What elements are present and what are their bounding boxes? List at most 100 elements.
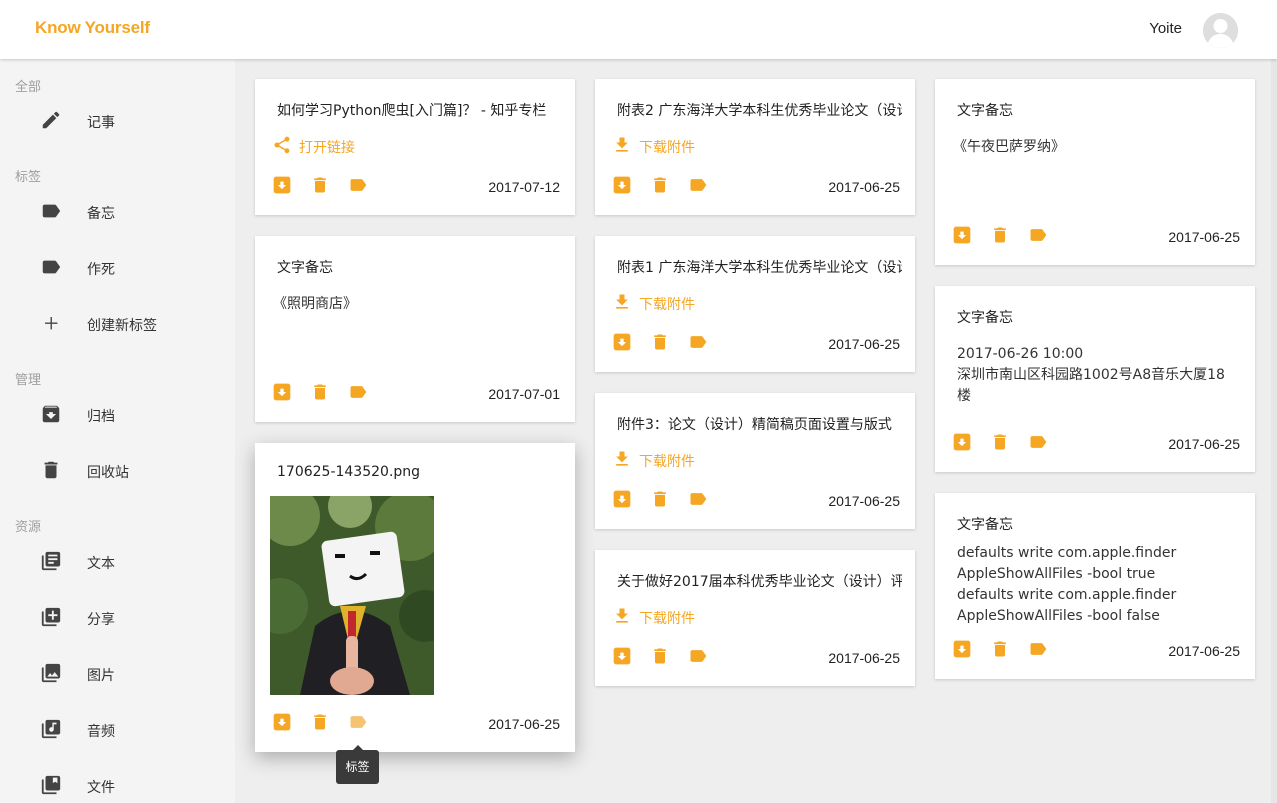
card-actions	[272, 382, 382, 402]
archive-icon[interactable]	[272, 712, 292, 732]
trash-icon[interactable]	[990, 432, 1010, 452]
card-date: 2017-06-25	[828, 179, 900, 195]
sidebar-item-notes[interactable]: 记事	[0, 99, 235, 143]
sidebar-item-label: 记事	[87, 115, 115, 131]
library-file-icon	[41, 775, 61, 795]
link-label: 打开链接	[299, 140, 355, 156]
trash-icon	[44, 461, 58, 479]
label-icon[interactable]	[348, 175, 368, 195]
sidebar-item-create-tag[interactable]: 创建新标签	[0, 302, 235, 346]
trash-icon[interactable]	[650, 489, 670, 509]
avatar[interactable]	[1203, 13, 1238, 48]
card-actions	[952, 432, 1062, 452]
sidebar-item-audio[interactable]: 音频	[0, 708, 235, 752]
trash-icon[interactable]	[990, 225, 1010, 245]
note-card[interactable]: 文字备忘 《午夜巴萨罗纳》 2017-06-25	[935, 79, 1255, 265]
archive-icon[interactable]	[272, 382, 292, 402]
photo-library-icon	[41, 663, 61, 683]
attachment-card[interactable]: 关于做好2017届本科优秀毕业论文（设计）评选 下载附件 2017-06-25	[595, 550, 915, 686]
trash-icon[interactable]	[650, 646, 670, 666]
attachment-card[interactable]: 附表1 广东海洋大学本科生优秀毕业论文（设计） 下载附件 2017-06-25	[595, 236, 915, 372]
archive-icon[interactable]	[272, 175, 292, 195]
trash-icon[interactable]	[310, 382, 330, 402]
card-body-line: defaults write com.apple.finder	[957, 587, 1177, 603]
card-body: defaults write com.apple.finder AppleSho…	[957, 543, 1247, 627]
label-icon[interactable]	[688, 332, 708, 352]
note-card[interactable]: 文字备忘 defaults write com.apple.finder App…	[935, 493, 1255, 679]
section-title-tags: 标签	[15, 170, 42, 185]
card-actions	[612, 175, 722, 195]
card-body-line: 2017-06-26 10:00	[957, 346, 1084, 362]
card-date: 2017-06-25	[1168, 643, 1240, 659]
card-actions	[272, 175, 382, 195]
note-card[interactable]: 文字备忘 《照明商店》 2017-07-01	[255, 236, 575, 422]
label-icon[interactable]	[688, 646, 708, 666]
archive-icon[interactable]	[612, 175, 632, 195]
link-label: 下载附件	[639, 611, 695, 627]
label-icon[interactable]	[688, 175, 708, 195]
label-icon[interactable]	[1028, 225, 1048, 245]
trash-icon[interactable]	[650, 175, 670, 195]
archive-icon[interactable]	[952, 225, 972, 245]
label-icon[interactable]	[348, 712, 368, 732]
label-icon[interactable]	[688, 489, 708, 509]
label-icon[interactable]	[348, 382, 368, 402]
archive-icon	[42, 405, 60, 423]
card-body: 《照明商店》	[273, 296, 357, 312]
card-photo[interactable]	[270, 496, 434, 695]
attachment-card[interactable]: 附件3：论文（设计）精简稿页面设置与版式 下载附件 2017-06-25	[595, 393, 915, 529]
sidebar-item-label: 归档	[87, 409, 115, 425]
download-icon	[616, 451, 628, 466]
card-title: 文字备忘	[957, 517, 1013, 533]
archive-icon[interactable]	[952, 639, 972, 659]
plus-icon	[45, 317, 58, 330]
trash-icon[interactable]	[310, 175, 330, 195]
download-icon	[616, 137, 628, 152]
sidebar-item-label: 图片	[87, 668, 115, 684]
sidebar-item-label: 备忘	[87, 206, 115, 222]
sidebar-item-share[interactable]: 分享	[0, 596, 235, 640]
sidebar-item-zuosi[interactable]: 作死	[0, 246, 235, 290]
trash-icon[interactable]	[310, 712, 330, 732]
library-music-icon	[41, 719, 61, 739]
label-icon[interactable]	[1028, 639, 1048, 659]
download-icon	[616, 294, 628, 309]
username[interactable]: Yoite	[1149, 20, 1182, 37]
sidebar-item-label: 音频	[87, 724, 115, 740]
trash-icon[interactable]	[650, 332, 670, 352]
sidebar-item-trash[interactable]: 回收站	[0, 449, 235, 493]
note-card[interactable]: 如何学习Python爬虫[入门篇]？ - 知乎专栏 打开链接 2017-07-1…	[255, 79, 575, 215]
card-title: 如何学习Python爬虫[入门篇]？ - 知乎专栏	[277, 103, 547, 119]
pencil-icon	[42, 111, 60, 129]
card-actions	[952, 639, 1062, 659]
archive-icon[interactable]	[612, 489, 632, 509]
app-brand[interactable]: Know Yourself	[35, 18, 150, 38]
label-icon[interactable]	[1028, 432, 1048, 452]
archive-icon[interactable]	[612, 332, 632, 352]
sidebar-item-label: 创建新标签	[87, 318, 157, 334]
sidebar-item-archive[interactable]: 归档	[0, 393, 235, 437]
sidebar-item-memo[interactable]: 备忘	[0, 190, 235, 234]
sidebar: 全部 记事 标签 备忘 作死 创建新标签 管理 归档 回收站 资源 文本 分享 …	[0, 59, 235, 803]
sidebar-item-text[interactable]: 文本	[0, 540, 235, 584]
sidebar-item-files[interactable]: 文件	[0, 764, 235, 803]
archive-icon[interactable]	[612, 646, 632, 666]
download-icon	[616, 608, 628, 623]
card-date: 2017-06-25	[1168, 229, 1240, 245]
library-books-icon	[41, 551, 61, 571]
trash-icon[interactable]	[990, 639, 1010, 659]
note-card[interactable]: 文字备忘 2017-06-26 10:00 深圳市南山区科园路1002号A8音乐…	[935, 286, 1255, 472]
card-date: 2017-06-25	[828, 493, 900, 509]
photo-image	[270, 496, 434, 695]
image-card[interactable]: 170625-143520.png 2017-06-25	[255, 443, 575, 752]
card-body-line: defaults write com.apple.finder	[957, 545, 1177, 561]
top-bar: Know Yourself Yoite	[0, 0, 1277, 59]
link-label: 下载附件	[639, 297, 695, 313]
attachment-card[interactable]: 附表2 广东海洋大学本科生优秀毕业论文（设计） 下载附件 2017-06-25	[595, 79, 915, 215]
sidebar-item-images[interactable]: 图片	[0, 652, 235, 696]
sidebar-item-label: 回收站	[87, 465, 129, 481]
archive-icon[interactable]	[952, 432, 972, 452]
scrollbar[interactable]	[1271, 59, 1277, 803]
card-title: 附表2 广东海洋大学本科生优秀毕业论文（设计）	[617, 103, 902, 119]
sidebar-item-label: 文本	[87, 556, 115, 572]
